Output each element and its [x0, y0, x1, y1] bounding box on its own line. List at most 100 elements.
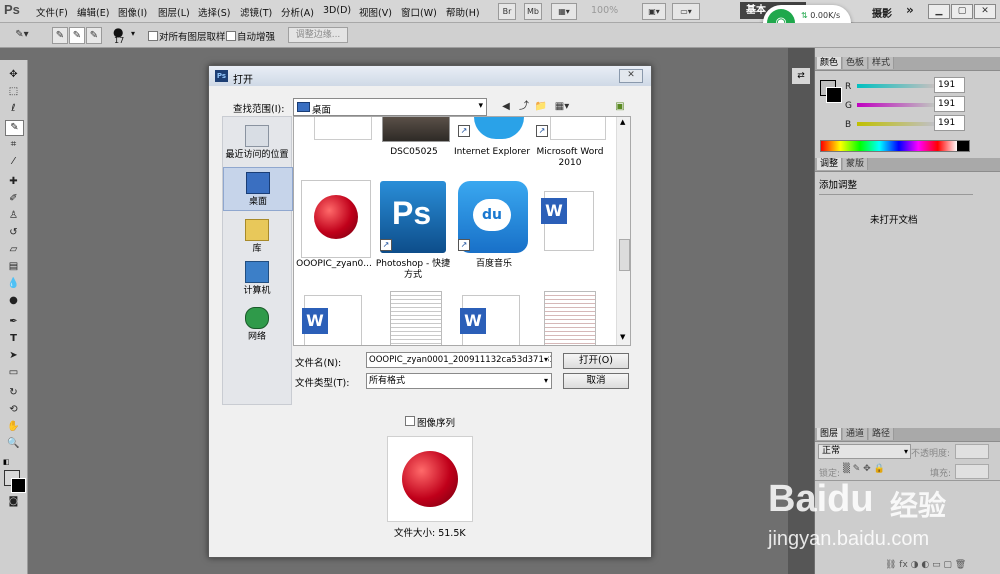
brush-size[interactable]: 17 [114, 36, 124, 45]
open-button[interactable]: 打开(O) [563, 353, 629, 369]
place-desktop[interactable]: 桌面 [223, 167, 293, 211]
pen-tool-icon[interactable]: ✒ [5, 315, 22, 329]
tab-adjustments[interactable]: 调整 [817, 158, 843, 170]
workspace-photo[interactable]: 摄影 [872, 5, 892, 20]
eyedropper-tool-icon[interactable]: ⁄ [5, 155, 22, 169]
dodge-tool-icon[interactable]: ● [5, 294, 22, 308]
brush-tool-icon[interactable]: ✐ [5, 192, 22, 206]
auto-enhance-checkbox[interactable] [226, 31, 236, 41]
healing-brush-tool-icon[interactable]: ✚ [5, 175, 22, 189]
blur-tool-icon[interactable]: 💧 [5, 277, 22, 291]
type-tool-icon[interactable]: T [5, 332, 22, 346]
path-selection-tool-icon[interactable]: ➤ [5, 349, 22, 363]
marquee-tool-icon[interactable]: ⬚ [5, 85, 22, 99]
mini-bridge-button[interactable]: Mb [524, 3, 542, 20]
screen-mode-button[interactable]: ▭▾ [672, 3, 700, 20]
image-sequence-checkbox[interactable] [405, 416, 415, 426]
menu-filter[interactable]: 滤镜(T) [240, 5, 272, 19]
menu-layer[interactable]: 图层(L) [158, 5, 190, 19]
file-type-select[interactable]: 所有格式 ▾ [366, 373, 552, 389]
zoom-tool-icon[interactable]: 🔍 [5, 437, 22, 451]
menu-window[interactable]: 窗口(W) [401, 5, 437, 19]
place-computer[interactable]: 计算机 [223, 261, 291, 297]
3d-orbit-tool-icon[interactable]: ⟲ [5, 403, 22, 417]
background-color-swatch[interactable] [11, 478, 26, 493]
quick-selection-tool-icon[interactable]: ✎ [5, 120, 24, 136]
shape-tool-icon[interactable]: ▭ [5, 366, 22, 380]
tab-swatches[interactable]: 色板 [843, 57, 869, 69]
add-to-selection-button[interactable]: ✎ [69, 27, 85, 44]
file-list-view[interactable]: DSC05025 ↗ Internet Explorer ↗ Microsoft… [293, 116, 631, 346]
tab-color[interactable]: 颜色 [817, 57, 843, 69]
eraser-tool-icon[interactable]: ▱ [5, 243, 22, 257]
tab-styles[interactable]: 样式 [869, 57, 895, 69]
ie-icon[interactable] [474, 117, 524, 139]
sample-all-checkbox[interactable] [148, 31, 158, 41]
file-name-input[interactable]: OOOPIC_zyan0001_200911132ca53d37131fa ▾ [366, 352, 552, 368]
refine-edge-button[interactable]: 调整边缘... [288, 27, 348, 43]
channel-b-value[interactable]: 191 [934, 115, 965, 131]
chevron-down-icon[interactable]: ▾ [131, 29, 135, 38]
subtract-selection-button[interactable]: ✎ [86, 27, 102, 44]
file-thumbnail[interactable] [314, 117, 372, 140]
back-icon[interactable]: ◀ [499, 100, 513, 113]
place-network[interactable]: 网络 [223, 307, 291, 343]
history-panel-icon[interactable]: ⇄ [792, 68, 810, 84]
lasso-tool-icon[interactable]: ℓ [5, 102, 22, 116]
place-libraries[interactable]: 库 [223, 219, 291, 255]
arrange-documents-button[interactable]: ▣▾ [642, 3, 666, 20]
cancel-button[interactable]: 取消 [563, 373, 629, 389]
views-menu-icon[interactable]: ▦▾ [552, 100, 572, 113]
opacity-input[interactable] [955, 444, 989, 459]
dialog-titlebar[interactable]: Ps 打开 ✕ [209, 66, 651, 86]
up-folder-icon[interactable]: ⤴ [517, 100, 531, 113]
restore-button[interactable]: ▢ [951, 4, 973, 19]
word-document-icon[interactable]: W [302, 295, 362, 345]
close-app-button[interactable]: ✕ [974, 4, 996, 19]
quick-mask-icon[interactable]: ◙ [5, 495, 22, 509]
adobe-dialog-icon[interactable]: ▣ [613, 100, 627, 113]
scrollbar-thumb[interactable] [619, 239, 630, 271]
menu-view[interactable]: 视图(V) [359, 5, 392, 19]
3d-rotate-tool-icon[interactable]: ↻ [5, 386, 22, 400]
menu-analysis[interactable]: 分析(A) [281, 5, 314, 19]
tab-channels[interactable]: 通道 [843, 428, 869, 440]
menu-file[interactable]: 文件(F) [36, 5, 68, 19]
menu-image[interactable]: 图像(I) [118, 5, 147, 19]
bridge-button[interactable]: Br [498, 3, 516, 20]
channel-g-value[interactable]: 191 [934, 96, 965, 112]
tab-layers[interactable]: 图层 [817, 428, 843, 440]
zoom-level[interactable]: 100% [591, 5, 618, 16]
scroll-down-icon[interactable]: ▼ [620, 333, 625, 341]
workspace-more[interactable]: » [906, 3, 914, 17]
channel-r-value[interactable]: 191 [934, 77, 965, 93]
word-icon[interactable] [550, 117, 606, 140]
document-thumbnail[interactable] [544, 291, 596, 345]
crop-tool-icon[interactable]: ⌗ [5, 138, 22, 152]
document-thumbnail[interactable] [390, 291, 442, 345]
photo-thumbnail[interactable] [382, 117, 450, 142]
fill-input[interactable] [955, 464, 989, 479]
tool-preset-picker[interactable]: ✎▾ [10, 27, 34, 42]
word-document-icon[interactable]: W [541, 191, 594, 251]
minimize-button[interactable]: ▁ [928, 4, 950, 19]
move-tool-icon[interactable]: ✥ [5, 68, 22, 82]
bg-color-preview[interactable] [826, 87, 842, 103]
hand-tool-icon[interactable]: ✋ [5, 420, 22, 434]
new-selection-button[interactable]: ✎ [52, 27, 68, 44]
place-recent[interactable]: 最近访问的位置 [223, 125, 291, 165]
color-spectrum[interactable] [820, 140, 970, 152]
lock-icons[interactable]: ▒ ✎ ✥ 🔒 [843, 464, 885, 474]
tab-paths[interactable]: 路径 [869, 428, 895, 440]
menu-help[interactable]: 帮助(H) [446, 5, 480, 19]
word-document-icon[interactable]: W [460, 295, 520, 345]
default-colors-icon[interactable]: ◧ [3, 458, 11, 466]
dialog-close-button[interactable]: ✕ [619, 69, 643, 83]
menu-3d[interactable]: 3D(D) [323, 5, 351, 16]
menu-select[interactable]: 选择(S) [198, 5, 230, 19]
blend-mode-select[interactable]: 正常 ▾ [818, 444, 911, 459]
look-in-select[interactable]: 桌面 ▾ [293, 98, 487, 116]
apple-thumbnail[interactable] [301, 180, 371, 258]
clone-stamp-tool-icon[interactable]: ♙ [5, 209, 22, 223]
scroll-up-icon[interactable]: ▲ [620, 118, 625, 126]
